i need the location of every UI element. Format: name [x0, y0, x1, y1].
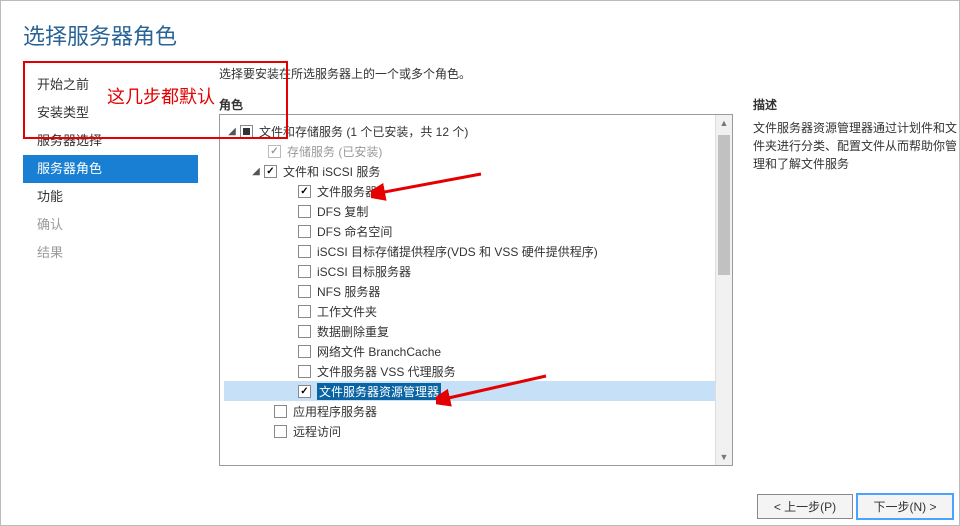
previous-button[interactable]: < 上一步(P)	[757, 494, 853, 519]
checkbox-checked[interactable]	[264, 165, 277, 178]
next-button[interactable]: 下一步(N) >	[857, 494, 953, 519]
wizard-button-row: < 上一步(P) 下一步(N) >	[757, 494, 953, 519]
tree-node-application-server[interactable]: 应用程序服务器	[224, 401, 728, 421]
checkbox-unchecked[interactable]	[298, 305, 311, 318]
tree-node-file-server[interactable]: 文件服务器	[224, 181, 728, 201]
description-header: 描述	[753, 96, 777, 113]
tree-node-vss-agent[interactable]: 文件服务器 VSS 代理服务	[224, 361, 728, 381]
checkbox-unchecked[interactable]	[298, 285, 311, 298]
tree-node-storage-services: 存储服务 (已安装)	[224, 141, 728, 161]
tree-node-data-deduplication[interactable]: 数据删除重复	[224, 321, 728, 341]
checkbox-checked[interactable]	[298, 385, 311, 398]
tree-node-iscsi-target-server[interactable]: iSCSI 目标服务器	[224, 261, 728, 281]
tree-node-work-folders[interactable]: 工作文件夹	[224, 301, 728, 321]
checkbox-indeterminate[interactable]	[240, 125, 253, 138]
checkbox-unchecked[interactable]	[298, 225, 311, 238]
nav-installation-type[interactable]: 安装类型	[23, 99, 198, 127]
scroll-down-icon[interactable]: ▼	[716, 449, 732, 465]
roles-tree: ◢ 文件和存储服务 (1 个已安装，共 12 个) 存储服务 (已安装) ◢ 文…	[219, 114, 733, 466]
tree-node-dfs-namespace[interactable]: DFS 命名空间	[224, 221, 728, 241]
checkbox-unchecked[interactable]	[298, 345, 311, 358]
nav-confirmation: 确认	[23, 211, 198, 239]
nav-features[interactable]: 功能	[23, 183, 198, 211]
tree-node-dfs-replication[interactable]: DFS 复制	[224, 201, 728, 221]
checkbox-unchecked[interactable]	[298, 245, 311, 258]
checkbox-unchecked[interactable]	[274, 425, 287, 438]
checkbox-unchecked[interactable]	[298, 205, 311, 218]
tree-node-iscsi-target-storage-provider[interactable]: iSCSI 目标存储提供程序(VDS 和 VSS 硬件提供程序)	[224, 241, 728, 261]
checkbox-disabled-checked	[268, 145, 281, 158]
checkbox-unchecked[interactable]	[298, 365, 311, 378]
collapse-icon[interactable]: ◢	[226, 125, 238, 137]
tree-node-remote-access[interactable]: 远程访问	[224, 421, 728, 441]
checkbox-checked[interactable]	[298, 185, 311, 198]
scroll-up-icon[interactable]: ▲	[716, 115, 732, 131]
tree-node-fsrm[interactable]: 文件服务器资源管理器	[224, 381, 728, 401]
description-body: 文件服务器资源管理器通过计划件和文件夹进行分类、配置文件从而帮助你管理和了解文件…	[753, 119, 960, 173]
wizard-nav: 开始之前 安装类型 服务器选择 服务器角色 功能 确认 结果	[23, 71, 198, 267]
checkbox-unchecked[interactable]	[298, 265, 311, 278]
tree-node-nfs-server[interactable]: NFS 服务器	[224, 281, 728, 301]
tree-node-file-storage-services[interactable]: ◢ 文件和存储服务 (1 个已安装，共 12 个)	[224, 121, 728, 141]
checkbox-unchecked[interactable]	[274, 405, 287, 418]
scroll-thumb[interactable]	[718, 135, 730, 275]
instruction-text: 选择要安装在所选服务器上的一个或多个角色。	[219, 65, 471, 82]
nav-before-you-begin[interactable]: 开始之前	[23, 71, 198, 99]
page-title: 选择服务器角色	[23, 19, 177, 51]
checkbox-unchecked[interactable]	[298, 325, 311, 338]
collapse-icon[interactable]: ◢	[250, 165, 262, 177]
nav-server-roles[interactable]: 服务器角色	[23, 155, 198, 183]
nav-results: 结果	[23, 239, 198, 267]
tree-scrollbar[interactable]: ▲ ▼	[715, 115, 732, 465]
tree-node-file-iscsi[interactable]: ◢ 文件和 iSCSI 服务	[224, 161, 728, 181]
tree-node-branchcache[interactable]: 网络文件 BranchCache	[224, 341, 728, 361]
roles-tree-header: 角色	[219, 96, 243, 113]
nav-server-selection[interactable]: 服务器选择	[23, 127, 198, 155]
